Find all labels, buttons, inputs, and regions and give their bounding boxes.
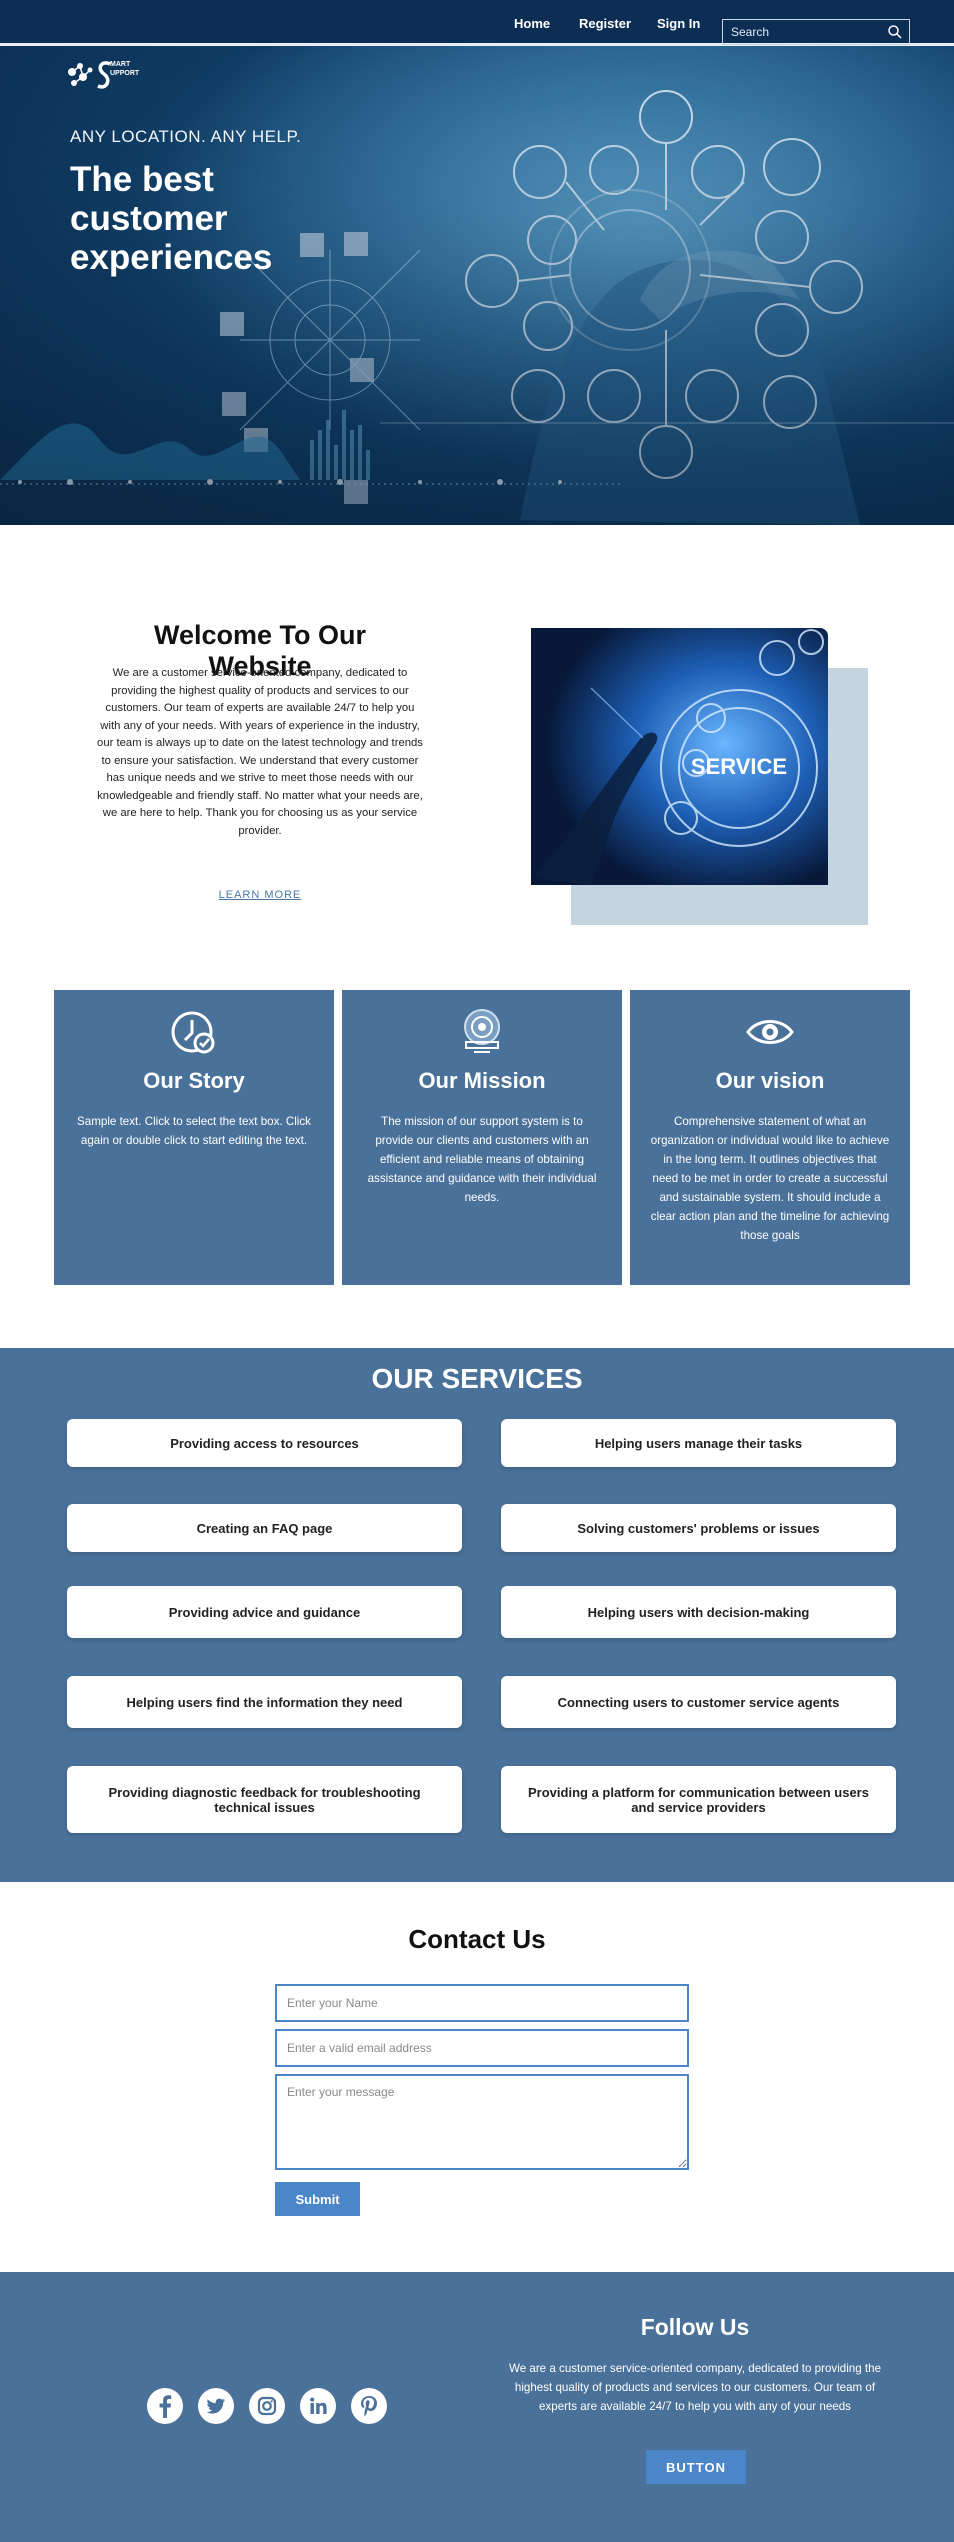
feature-text: Sample text. Click to select the text bo… (77, 1115, 311, 1147)
footer-section: Follow Us We are a customer service-orie… (0, 2272, 954, 2542)
service-button[interactable]: Solving customers' problems or issues (501, 1504, 896, 1552)
instagram-icon (257, 2396, 277, 2416)
eye-icon (746, 1020, 794, 1044)
service-button[interactable]: Providing access to resources (67, 1419, 462, 1467)
email-field[interactable] (275, 2029, 689, 2067)
feature-title: Our Story (143, 1068, 245, 1093)
contact-section: Contact Us Submit (0, 1882, 954, 2272)
search-icon[interactable] (887, 24, 903, 40)
submit-button[interactable]: Submit (275, 2182, 360, 2216)
search-input[interactable] (731, 24, 881, 40)
facebook-link[interactable] (147, 2388, 183, 2424)
feature-text: The mission of our support system is to … (367, 1115, 597, 1204)
service-button[interactable]: Connecting users to customer service age… (501, 1676, 896, 1728)
service-button[interactable]: Providing a platform for communication b… (501, 1766, 896, 1833)
twitter-icon (206, 2398, 225, 2414)
name-field[interactable] (275, 1984, 689, 2022)
feature-text: Comprehensive statement of what an organ… (650, 1115, 890, 1242)
hero-tagline: ANY LOCATION. ANY HELP. (70, 127, 302, 146)
linkedin-link[interactable] (300, 2388, 336, 2424)
service-button[interactable]: Providing advice and guidance (67, 1586, 462, 1638)
nav-link-home[interactable]: Home (514, 16, 550, 31)
twitter-link[interactable] (198, 2388, 234, 2424)
instagram-link[interactable] (249, 2388, 285, 2424)
feature-card-our-mission: Our Mission The mission of our support s… (342, 990, 622, 1285)
logo-text: MART UPPORT (110, 60, 139, 78)
service-image-label: SERVICE (691, 754, 787, 779)
service-image: SERVICE (531, 628, 828, 885)
clock-check-icon (171, 1011, 215, 1054)
services-title: OUR SERVICES (371, 1363, 583, 1394)
follow-us-text: We are a customer service-oriented compa… (508, 2362, 882, 2413)
contact-title: Contact Us (408, 1924, 546, 1954)
service-button[interactable]: Providing diagnostic feedback for troubl… (67, 1766, 462, 1833)
feature-card-our-story: Our Story Sample text. Click to select t… (54, 990, 334, 1285)
feature-title: Our Mission (418, 1068, 546, 1093)
service-button[interactable]: Helping users find the information they … (67, 1676, 462, 1728)
learn-more-link[interactable]: LEARN MORE (200, 889, 320, 901)
service-button[interactable]: Helping users with decision-making (501, 1586, 896, 1638)
hero-title: The best customer experiences (70, 160, 273, 277)
service-button[interactable]: Helping users manage their tasks (501, 1419, 896, 1467)
services-section: OUR SERVICES Providing access to resourc… (0, 1348, 954, 1882)
pinterest-link[interactable] (351, 2388, 387, 2424)
logo-text-line-2: UPPORT (110, 70, 140, 77)
nav-link-sign-in[interactable]: Sign In (657, 16, 700, 31)
logo-text-line-1: MART (110, 61, 131, 68)
hero-section: Home Register Sign In MART UPPORT ANY LO… (0, 0, 954, 525)
target-monitor-icon (464, 1009, 500, 1053)
welcome-text: We are a customer service-oriented compa… (97, 667, 423, 837)
message-field[interactable] (275, 2074, 689, 2170)
welcome-section: Welcome To Our Website We are a customer… (0, 525, 954, 990)
follow-us-title: Follow Us (640, 2314, 750, 2340)
feature-card-our-vision: Our vision Comprehensive statement of wh… (630, 990, 910, 1285)
facebook-icon (159, 2395, 172, 2418)
nav-link-register[interactable]: Register (579, 16, 631, 31)
pinterest-icon (361, 2396, 377, 2417)
linkedin-icon (310, 2397, 327, 2414)
search-box (722, 19, 910, 45)
service-button[interactable]: Creating an FAQ page (67, 1504, 462, 1552)
top-navigation-bar: Home Register Sign In (0, 0, 954, 46)
footer-button[interactable]: BUTTON (646, 2450, 746, 2484)
service-illustration: SERVICE (531, 628, 828, 885)
features-section: Our Story Sample text. Click to select t… (0, 990, 954, 1348)
feature-title: Our vision (715, 1068, 825, 1093)
